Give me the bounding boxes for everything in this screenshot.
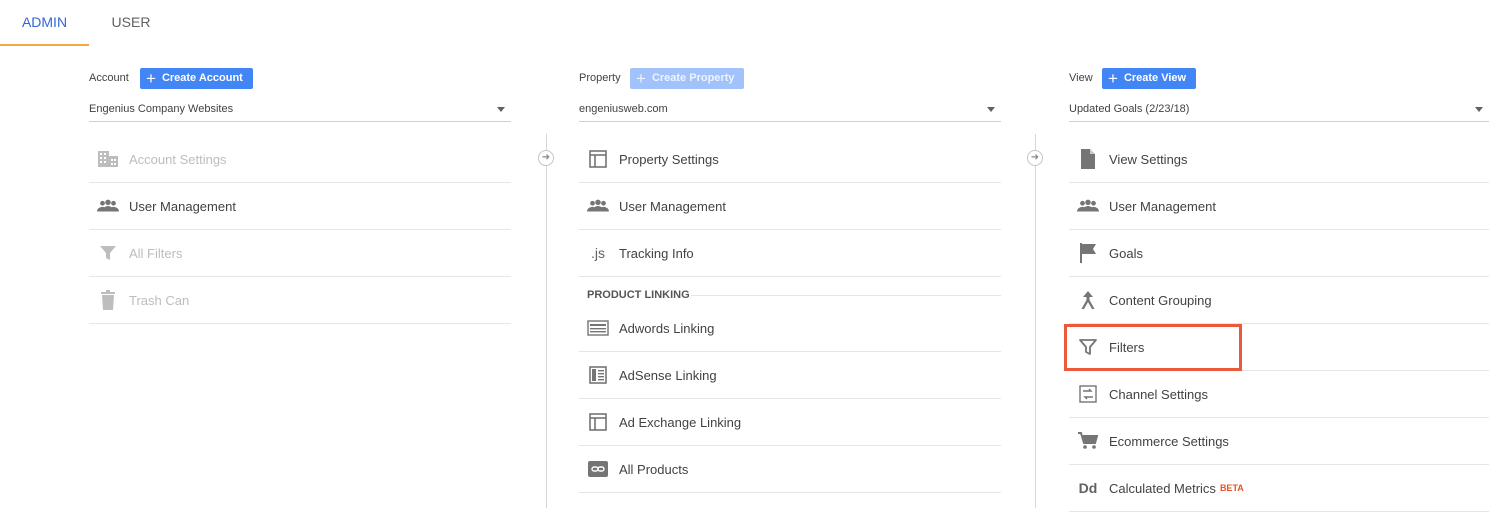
all-products-item[interactable]: All Products xyxy=(579,446,1001,493)
item-label: Trash Can xyxy=(129,292,190,308)
account-header: Account + Create Account xyxy=(89,64,511,92)
dd-icon: Dd xyxy=(1078,480,1098,496)
channel-settings-item[interactable]: Channel Settings xyxy=(1069,371,1489,418)
flag-icon xyxy=(1077,242,1099,264)
goals-item[interactable]: Goals xyxy=(1069,230,1489,277)
view-user-management-item[interactable]: User Management xyxy=(1069,183,1489,230)
window-icon xyxy=(587,148,609,170)
item-label: Ad Exchange Linking xyxy=(619,414,742,430)
item-label: AdSense Linking xyxy=(619,367,717,383)
filters-item[interactable]: Filters xyxy=(1069,324,1489,371)
trash-can-item[interactable]: Trash Can xyxy=(89,277,511,324)
link-icon xyxy=(587,458,609,480)
item-label: Property Settings xyxy=(619,151,719,167)
adsense-icon xyxy=(587,364,609,386)
item-label: User Management xyxy=(129,198,236,214)
view-header: View + Create View xyxy=(1069,64,1489,92)
create-view-button[interactable]: + Create View xyxy=(1102,68,1197,89)
account-selected: Engenius Company Websites xyxy=(89,103,234,115)
adwords-icon xyxy=(587,317,609,339)
tracking-info-item[interactable]: .js Tracking Info xyxy=(579,230,1001,277)
item-label: Content Grouping xyxy=(1109,292,1212,308)
document-icon xyxy=(1077,148,1099,170)
ad-exchange-linking-item[interactable]: Ad Exchange Linking xyxy=(579,399,1001,446)
create-account-button[interactable]: + Create Account xyxy=(140,68,253,89)
view-label: View xyxy=(1069,72,1093,84)
property-column: Property + Create Property engeniusweb.c… xyxy=(579,64,1001,493)
adsense-linking-item[interactable]: AdSense Linking xyxy=(579,352,1001,399)
view-settings-item[interactable]: View Settings xyxy=(1069,136,1489,183)
item-label: All Filters xyxy=(129,245,183,261)
tab-user[interactable]: USER xyxy=(95,0,167,44)
item-label: Account Settings xyxy=(129,151,227,167)
account-label: Account xyxy=(89,72,129,84)
ecommerce-settings-item[interactable]: Ecommerce Settings xyxy=(1069,418,1489,465)
column-divider xyxy=(546,134,547,508)
chevron-down-icon xyxy=(1475,107,1483,112)
column-divider xyxy=(1035,134,1036,508)
property-menu: Property Settings User Management .js Tr… xyxy=(579,136,1001,493)
property-header: Property + Create Property xyxy=(579,64,1001,92)
account-selector[interactable]: Engenius Company Websites xyxy=(89,95,511,122)
item-label: Adwords Linking xyxy=(619,320,715,336)
plus-icon: + xyxy=(636,69,646,88)
property-label: Property xyxy=(579,72,621,84)
cart-icon xyxy=(1077,430,1099,452)
view-column: View + Create View Updated Goals (2/23/1… xyxy=(1069,64,1489,512)
account-user-management-item[interactable]: User Management xyxy=(89,183,511,230)
chevron-down-icon xyxy=(987,107,995,112)
account-column: Account + Create Account Engenius Compan… xyxy=(89,64,511,324)
building-icon xyxy=(97,148,119,170)
tab-admin[interactable]: ADMIN xyxy=(0,0,89,46)
beta-badge: BETA xyxy=(1219,483,1244,493)
account-settings-item[interactable]: Account Settings xyxy=(89,136,511,183)
all-filters-item[interactable]: All Filters xyxy=(89,230,511,277)
item-label: View Settings xyxy=(1109,151,1188,167)
property-selector[interactable]: engeniusweb.com xyxy=(579,95,1001,122)
filter-icon xyxy=(97,242,119,264)
grouping-icon xyxy=(1077,289,1099,311)
create-view-label: Create View xyxy=(1123,72,1187,84)
property-settings-item[interactable]: Property Settings xyxy=(579,136,1001,183)
property-user-management-item[interactable]: User Management xyxy=(579,183,1001,230)
plus-icon: + xyxy=(146,69,156,88)
channel-icon xyxy=(1077,383,1099,405)
item-label: Calculated Metrics xyxy=(1109,480,1216,496)
calculated-metrics-item[interactable]: Dd Calculated Metrics BETA xyxy=(1069,465,1489,512)
create-property-label: Create Property xyxy=(651,72,735,84)
item-label: Channel Settings xyxy=(1109,386,1209,402)
item-label: User Management xyxy=(619,198,726,214)
arrow-right-icon: ➜ xyxy=(538,150,554,166)
adwords-linking-item[interactable]: Adwords Linking xyxy=(579,305,1001,352)
js-icon: .js xyxy=(591,245,605,261)
product-linking-heading: PRODUCT LINKING xyxy=(579,285,1001,305)
create-account-label: Create Account xyxy=(161,72,243,84)
view-selector[interactable]: Updated Goals (2/23/18) xyxy=(1069,95,1489,122)
trash-icon xyxy=(97,289,119,311)
create-property-button[interactable]: + Create Property xyxy=(630,68,745,89)
account-menu: Account Settings User Management All Fil… xyxy=(89,136,511,324)
item-label: All Products xyxy=(619,461,689,477)
item-label: Filters xyxy=(1109,339,1145,355)
chevron-down-icon xyxy=(497,107,505,112)
content-grouping-item[interactable]: Content Grouping xyxy=(1069,277,1489,324)
adexchange-icon xyxy=(587,411,609,433)
property-selected: engeniusweb.com xyxy=(579,103,668,115)
view-selected: Updated Goals (2/23/18) xyxy=(1069,103,1190,115)
people-icon xyxy=(97,195,119,217)
admin-tabs: ADMIN USER xyxy=(0,0,1509,47)
item-label: Ecommerce Settings xyxy=(1109,433,1229,449)
item-label: User Management xyxy=(1109,198,1216,214)
item-label: Goals xyxy=(1109,245,1143,261)
people-icon xyxy=(1077,195,1099,217)
view-menu: View Settings User Management Goals Cont… xyxy=(1069,136,1489,512)
filter-icon xyxy=(1077,336,1099,358)
arrow-right-icon: ➜ xyxy=(1027,150,1043,166)
item-label: Tracking Info xyxy=(619,245,694,261)
people-icon xyxy=(587,195,609,217)
plus-icon: + xyxy=(1108,69,1118,88)
